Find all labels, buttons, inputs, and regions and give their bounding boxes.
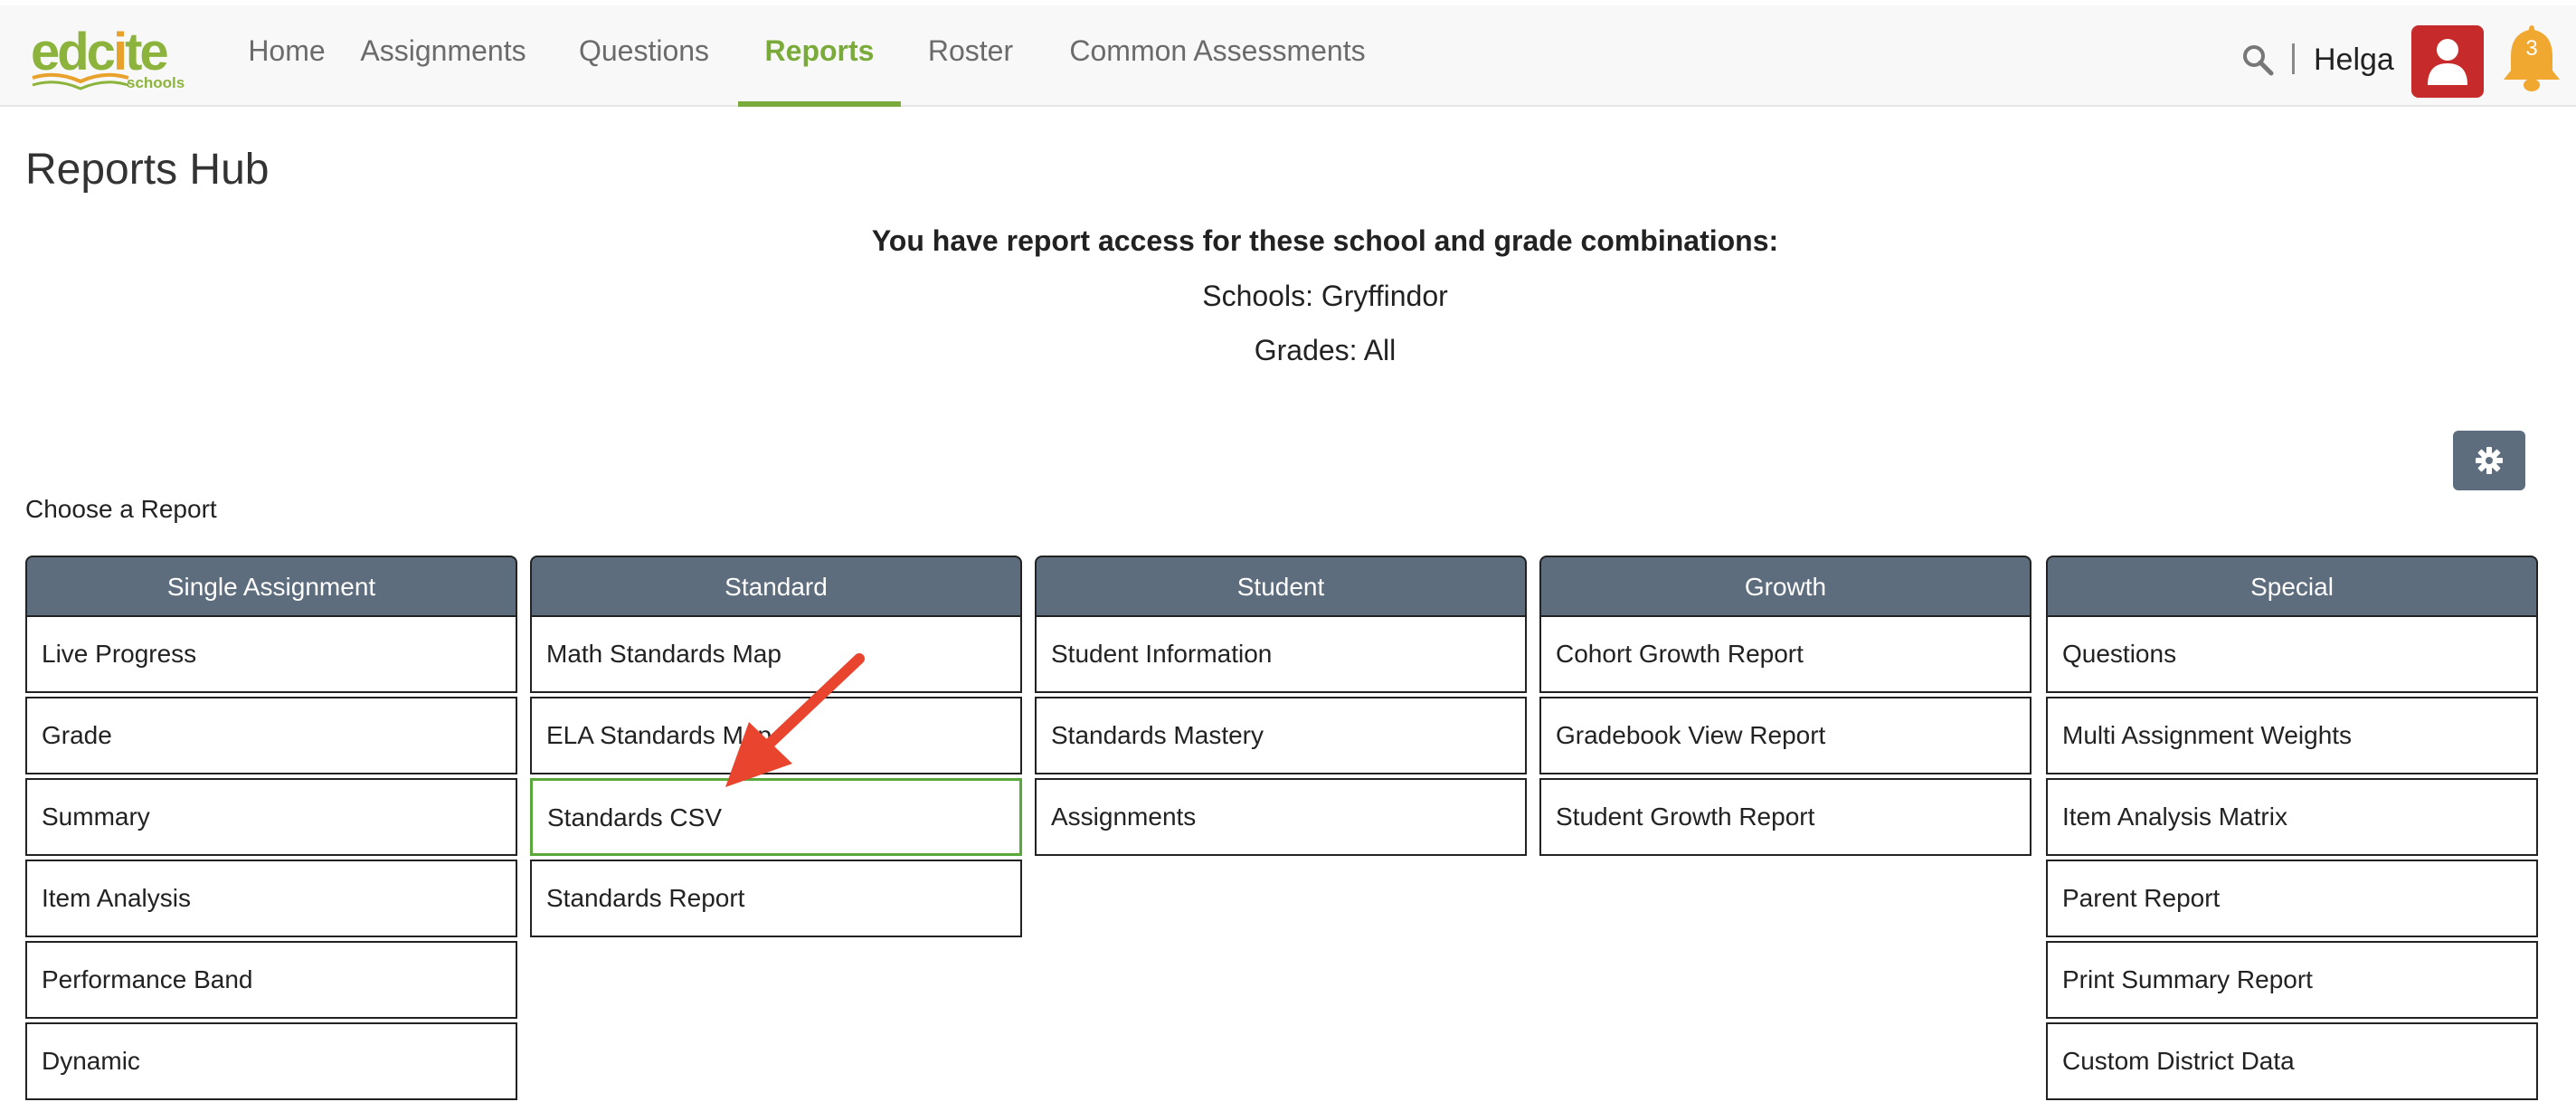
report-item-analysis[interactable]: Item Analysis bbox=[25, 860, 517, 937]
report-print-summary[interactable]: Print Summary Report bbox=[2046, 941, 2538, 1019]
column-single-assignment: Single Assignment Live Progress Grade Su… bbox=[25, 556, 517, 1102]
nav-home[interactable]: Home bbox=[223, 5, 351, 107]
report-questions[interactable]: Questions bbox=[2046, 615, 2538, 693]
notifications-bell[interactable]: 3 bbox=[2500, 22, 2563, 94]
column-growth: Growth Cohort Growth Report Gradebook Vi… bbox=[1539, 556, 2031, 860]
access-schools: Schools: Gryffindor bbox=[1202, 280, 1448, 312]
edcite-logo[interactable]: edcite schools bbox=[31, 24, 185, 96]
logo-book-icon bbox=[32, 72, 129, 90]
notification-count: 3 bbox=[2525, 36, 2538, 61]
nav-divider bbox=[2292, 43, 2295, 74]
column-header: Student bbox=[1035, 556, 1527, 615]
user-name[interactable]: Helga bbox=[2314, 40, 2394, 80]
column-special: Special Questions Multi Assignment Weigh… bbox=[2046, 556, 2538, 1102]
report-grade[interactable]: Grade bbox=[25, 697, 517, 774]
top-navbar: edcite schools Home Assignments Question… bbox=[0, 5, 2576, 107]
nav-roster[interactable]: Roster bbox=[919, 5, 1022, 107]
report-cohort-growth[interactable]: Cohort Growth Report bbox=[1539, 615, 2031, 693]
avatar[interactable] bbox=[2411, 25, 2484, 98]
access-grades: Grades: All bbox=[1254, 334, 1397, 366]
report-summary[interactable]: Summary bbox=[25, 778, 517, 856]
report-parent-report[interactable]: Parent Report bbox=[2046, 860, 2538, 937]
report-student-information[interactable]: Student Information bbox=[1035, 615, 1527, 693]
search-icon[interactable] bbox=[2241, 43, 2274, 76]
nav-questions[interactable]: Questions bbox=[568, 5, 720, 107]
report-standards-report[interactable]: Standards Report bbox=[530, 860, 1022, 937]
nav-common-assessments[interactable]: Common Assessments bbox=[1056, 5, 1378, 107]
report-gradebook-view[interactable]: Gradebook View Report bbox=[1539, 697, 2031, 774]
report-standards-mastery[interactable]: Standards Mastery bbox=[1035, 697, 1527, 774]
column-header: Special bbox=[2046, 556, 2538, 615]
report-multi-assignment-weights[interactable]: Multi Assignment Weights bbox=[2046, 697, 2538, 774]
column-student: Student Student Information Standards Ma… bbox=[1035, 556, 1527, 860]
nav-reports[interactable]: Reports bbox=[738, 5, 901, 107]
report-item-analysis-matrix[interactable]: Item Analysis Matrix bbox=[2046, 778, 2538, 856]
logo-subtitle: schools bbox=[127, 74, 185, 91]
page-title: Reports Hub bbox=[25, 146, 270, 194]
settings-button[interactable] bbox=[2453, 431, 2525, 490]
user-icon bbox=[2428, 39, 2467, 85]
access-heading: You have report access for these school … bbox=[871, 224, 1779, 257]
choose-report-label: Choose a Report bbox=[25, 495, 217, 523]
gear-icon bbox=[2476, 447, 2503, 474]
arrow-annotation-icon bbox=[725, 653, 865, 787]
report-dynamic[interactable]: Dynamic bbox=[25, 1022, 517, 1100]
column-header: Single Assignment bbox=[25, 556, 517, 615]
report-live-progress[interactable]: Live Progress bbox=[25, 615, 517, 693]
report-assignments[interactable]: Assignments bbox=[1035, 778, 1527, 856]
column-header: Standard bbox=[530, 556, 1022, 615]
report-custom-district-data[interactable]: Custom District Data bbox=[2046, 1022, 2538, 1100]
column-header: Growth bbox=[1539, 556, 2031, 615]
report-performance-band[interactable]: Performance Band bbox=[25, 941, 517, 1019]
nav-assignments[interactable]: Assignments bbox=[353, 5, 534, 107]
report-student-growth[interactable]: Student Growth Report bbox=[1539, 778, 2031, 856]
